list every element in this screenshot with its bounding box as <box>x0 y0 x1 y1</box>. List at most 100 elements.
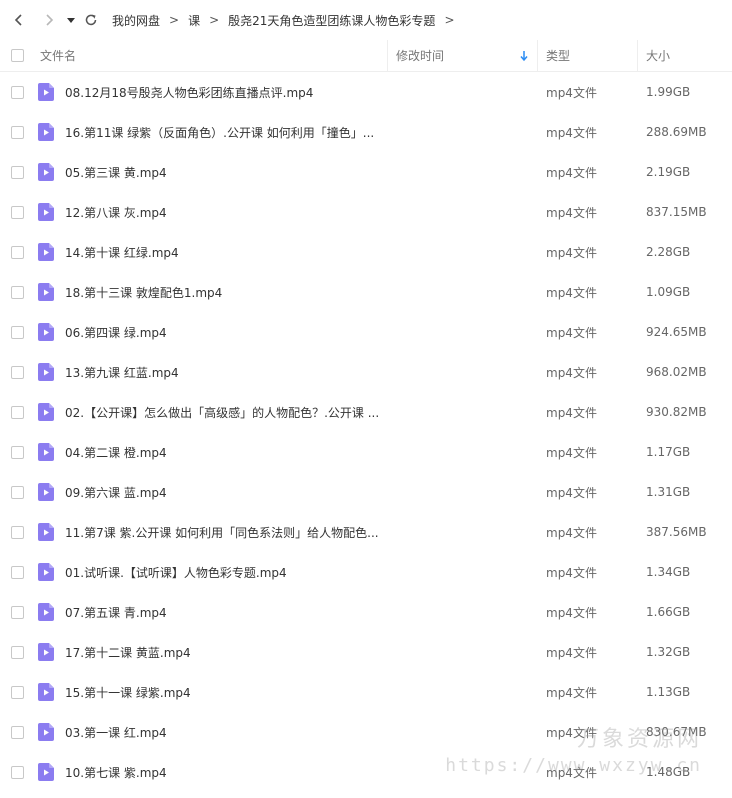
video-file-icon <box>38 163 54 181</box>
row-check-cell <box>0 165 34 179</box>
file-type: mp4文件 <box>546 685 597 700</box>
file-size: 387.56MB <box>646 525 707 539</box>
file-row[interactable]: 02.【公开课】怎么做出「高级感」的人物配色？.公开课 ... mp4文件 93… <box>0 392 732 432</box>
file-row[interactable]: 03.第一课 红.mp4 mp4文件 830.67MB <box>0 712 732 752</box>
back-button[interactable] <box>8 9 30 31</box>
file-name-cell[interactable]: 11.第7课 紫.公开课 如何利用「同色系法则」给人物配色... <box>34 523 388 541</box>
file-size: 1.17GB <box>646 445 691 459</box>
file-type: mp4文件 <box>546 445 597 460</box>
row-checkbox[interactable] <box>10 565 24 579</box>
file-name-cell[interactable]: 15.第十一课 绿紫.mp4 <box>34 683 388 701</box>
file-name-cell[interactable]: 18.第十三课 敦煌配色1.mp4 <box>34 283 388 301</box>
column-header-name[interactable]: 文件名 <box>34 39 388 72</box>
select-all-cell <box>0 49 34 62</box>
file-size: 1.09GB <box>646 285 691 299</box>
row-checkbox[interactable] <box>10 445 24 459</box>
refresh-button[interactable] <box>80 9 102 31</box>
file-name-cell[interactable]: 09.第六课 蓝.mp4 <box>34 483 388 501</box>
breadcrumb-item-root[interactable]: 我的网盘 <box>112 12 160 29</box>
column-header-mtime[interactable]: 修改时间 <box>388 39 538 72</box>
video-file-icon <box>38 683 54 701</box>
file-name-cell[interactable]: 16.第11课 绿紫（反面角色）.公开课 如何利用「撞色」... <box>34 123 388 141</box>
file-row[interactable]: 17.第十二课 黄蓝.mp4 mp4文件 1.32GB <box>0 632 732 672</box>
file-row[interactable]: 12.第八课 灰.mp4 mp4文件 837.15MB <box>0 192 732 232</box>
video-file-icon <box>38 243 54 261</box>
video-file-icon <box>38 763 54 781</box>
file-name-cell[interactable]: 13.第九课 红蓝.mp4 <box>34 363 388 381</box>
file-name-cell[interactable]: 07.第五课 青.mp4 <box>34 603 388 621</box>
file-row[interactable]: 13.第九课 红蓝.mp4 mp4文件 968.02MB <box>0 352 732 392</box>
chevron-left-icon <box>14 14 22 26</box>
row-checkbox[interactable] <box>10 485 24 499</box>
row-checkbox[interactable] <box>10 165 24 179</box>
column-header-size-label: 大小 <box>646 49 671 63</box>
file-name-cell[interactable]: 01.试听课.【试听课】人物色彩专题.mp4 <box>34 563 388 581</box>
row-checkbox[interactable] <box>10 725 24 739</box>
file-type: mp4文件 <box>546 405 597 420</box>
row-checkbox[interactable] <box>10 245 24 259</box>
row-checkbox[interactable] <box>10 85 24 99</box>
row-checkbox[interactable] <box>10 685 24 699</box>
file-row[interactable]: 11.第7课 紫.公开课 如何利用「同色系法则」给人物配色... mp4文件 3… <box>0 512 732 552</box>
file-row[interactable]: 15.第十一课 绿紫.mp4 mp4文件 1.13GB <box>0 672 732 712</box>
file-row[interactable]: 16.第11课 绿紫（反面角色）.公开课 如何利用「撞色」... mp4文件 2… <box>0 112 732 152</box>
file-name: 18.第十三课 敦煌配色1.mp4 <box>65 285 223 300</box>
row-check-cell <box>0 565 34 579</box>
video-file-icon <box>38 523 54 541</box>
file-type: mp4文件 <box>546 525 597 540</box>
file-type: mp4文件 <box>546 645 597 660</box>
file-row[interactable]: 05.第三课 黄.mp4 mp4文件 2.19GB <box>0 152 732 192</box>
file-row[interactable]: 04.第二课 橙.mp4 mp4文件 1.17GB <box>0 432 732 472</box>
row-checkbox[interactable] <box>10 605 24 619</box>
file-row[interactable]: 06.第四课 绿.mp4 mp4文件 924.65MB <box>0 312 732 352</box>
file-row[interactable]: 10.第七课 紫.mp4 mp4文件 1.48GB <box>0 752 732 792</box>
file-row[interactable]: 01.试听课.【试听课】人物色彩专题.mp4 mp4文件 1.34GB <box>0 552 732 592</box>
row-checkbox[interactable] <box>10 205 24 219</box>
row-checkbox[interactable] <box>10 405 24 419</box>
video-file-icon <box>38 83 54 101</box>
row-checkbox[interactable] <box>10 285 24 299</box>
column-header-size[interactable]: 大小 <box>638 40 732 72</box>
file-list-header: 文件名 修改时间 类型 大小 <box>0 39 732 72</box>
row-check-cell <box>0 525 34 539</box>
row-checkbox[interactable] <box>10 365 24 379</box>
file-row[interactable]: 14.第十课 红绿.mp4 mp4文件 2.28GB <box>0 232 732 272</box>
select-all-checkbox[interactable] <box>10 49 24 62</box>
file-type: mp4文件 <box>546 325 597 340</box>
file-size: 1.99GB <box>646 85 691 99</box>
breadcrumb-separator: > <box>444 13 455 27</box>
history-dropdown-button[interactable] <box>64 9 78 31</box>
file-type: mp4文件 <box>546 165 597 180</box>
file-name-cell[interactable]: 05.第三课 黄.mp4 <box>34 163 388 181</box>
file-name: 03.第一课 红.mp4 <box>65 725 167 740</box>
file-size: 1.66GB <box>646 605 691 619</box>
file-name-cell[interactable]: 17.第十二课 黄蓝.mp4 <box>34 643 388 661</box>
row-check-cell <box>0 485 34 499</box>
file-name-cell[interactable]: 10.第七课 紫.mp4 <box>34 763 388 781</box>
breadcrumb-item-current[interactable]: 殷尧21天角色造型团练课人物色彩专题 <box>228 12 435 29</box>
row-checkbox[interactable] <box>10 645 24 659</box>
video-file-icon <box>38 643 54 661</box>
file-name: 10.第七课 紫.mp4 <box>65 765 167 780</box>
row-checkbox[interactable] <box>10 765 24 779</box>
file-size: 830.67MB <box>646 725 707 739</box>
file-row[interactable]: 07.第五课 青.mp4 mp4文件 1.66GB <box>0 592 732 632</box>
row-checkbox[interactable] <box>10 125 24 139</box>
file-name-cell[interactable]: 03.第一课 红.mp4 <box>34 723 388 741</box>
file-name-cell[interactable]: 06.第四课 绿.mp4 <box>34 323 388 341</box>
row-check-cell <box>0 605 34 619</box>
row-checkbox[interactable] <box>10 325 24 339</box>
file-row[interactable]: 08.12月18号殷尧人物色彩团练直播点评.mp4 mp4文件 1.99GB <box>0 72 732 112</box>
breadcrumb-item-course[interactable]: 课 <box>188 12 200 29</box>
forward-button[interactable] <box>38 9 60 31</box>
file-name-cell[interactable]: 08.12月18号殷尧人物色彩团练直播点评.mp4 <box>34 83 388 101</box>
file-row[interactable]: 18.第十三课 敦煌配色1.mp4 mp4文件 1.09GB <box>0 272 732 312</box>
file-name-cell[interactable]: 02.【公开课】怎么做出「高级感」的人物配色？.公开课 ... <box>34 403 388 421</box>
file-row[interactable]: 09.第六课 蓝.mp4 mp4文件 1.31GB <box>0 472 732 512</box>
column-header-type[interactable]: 类型 <box>538 39 638 72</box>
file-name-cell[interactable]: 14.第十课 红绿.mp4 <box>34 243 388 261</box>
row-checkbox[interactable] <box>10 525 24 539</box>
row-check-cell <box>0 205 34 219</box>
file-name-cell[interactable]: 04.第二课 橙.mp4 <box>34 443 388 461</box>
file-name-cell[interactable]: 12.第八课 灰.mp4 <box>34 203 388 221</box>
